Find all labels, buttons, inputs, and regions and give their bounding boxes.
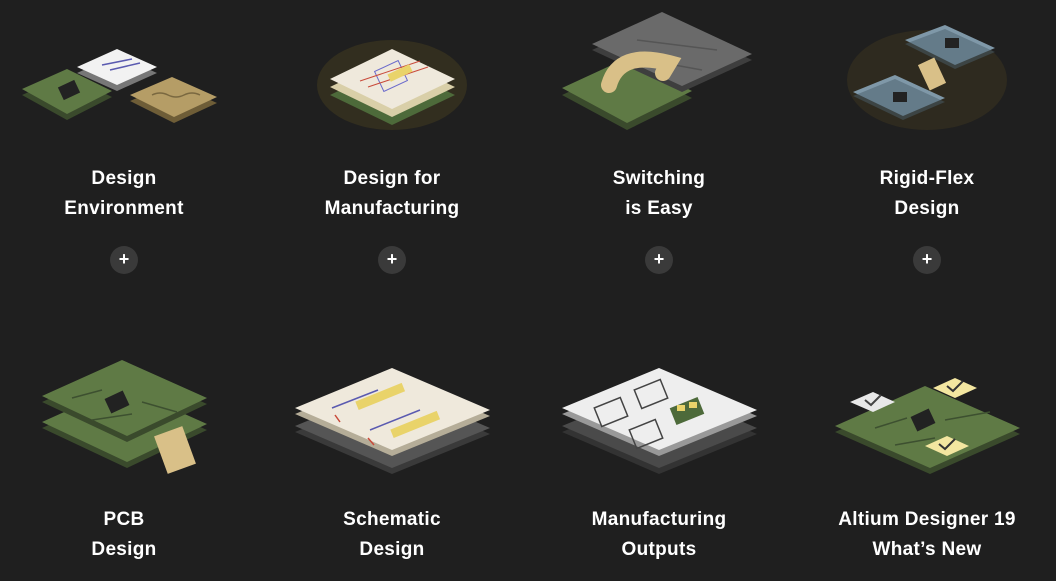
- expand-button[interactable]: +: [378, 246, 406, 274]
- expand-button[interactable]: +: [645, 246, 673, 274]
- three-board-icon: [22, 49, 217, 123]
- card-title-line-1: PCB: [103, 509, 145, 530]
- card-title: Schematic Design: [260, 505, 524, 565]
- card-title-line-1: Switching: [612, 168, 706, 189]
- pcb-stack-icon: [42, 360, 207, 474]
- card-title: Switching is Easy: [527, 164, 791, 224]
- card-title: Design Environment: [0, 164, 256, 224]
- card-title-line-1: Altium Designer 19: [838, 509, 1016, 530]
- card-title-line-2: Outputs: [621, 539, 697, 560]
- whats-new-icon: [835, 378, 1020, 474]
- card-title: PCB Design: [0, 505, 256, 565]
- card-title-line-2: Design: [894, 198, 960, 219]
- card-title-line-1: Schematic: [343, 509, 441, 530]
- card-title-line-2: is Easy: [625, 198, 693, 219]
- schematic-stack-icon: [295, 368, 490, 474]
- card-title-line-1: Design: [91, 168, 157, 189]
- plus-icon: +: [921, 249, 933, 269]
- card-title: Rigid-Flex Design: [795, 164, 1056, 224]
- card-title-line-2: Design: [359, 539, 425, 560]
- plus-icon: +: [118, 249, 130, 269]
- card-title: Altium Designer 19 What’s New: [795, 505, 1056, 565]
- plus-icon: +: [653, 249, 665, 269]
- glowing-stack-icon: [317, 40, 467, 130]
- card-title-line-1: Design for: [343, 168, 441, 189]
- card-title-line-1: Manufacturing: [591, 509, 727, 530]
- manufacturing-outputs-icon: [562, 368, 757, 474]
- card-title-line-2: Manufacturing: [324, 198, 460, 219]
- rigid-flex-icon: [847, 25, 1007, 130]
- card-title-line-2: Environment: [64, 198, 184, 219]
- feature-grid: Design Environment + Design for Manufact…: [0, 0, 1056, 581]
- plus-icon: +: [386, 249, 398, 269]
- expand-button[interactable]: +: [110, 246, 138, 274]
- card-title-line-2: What’s New: [872, 539, 982, 560]
- expand-button[interactable]: +: [913, 246, 941, 274]
- card-title-line-1: Rigid-Flex: [879, 168, 975, 189]
- card-title: Manufacturing Outputs: [527, 505, 791, 565]
- card-title-line-2: Design: [91, 539, 157, 560]
- card-title: Design for Manufacturing: [260, 164, 524, 224]
- switch-arrow-icon: [562, 12, 752, 130]
